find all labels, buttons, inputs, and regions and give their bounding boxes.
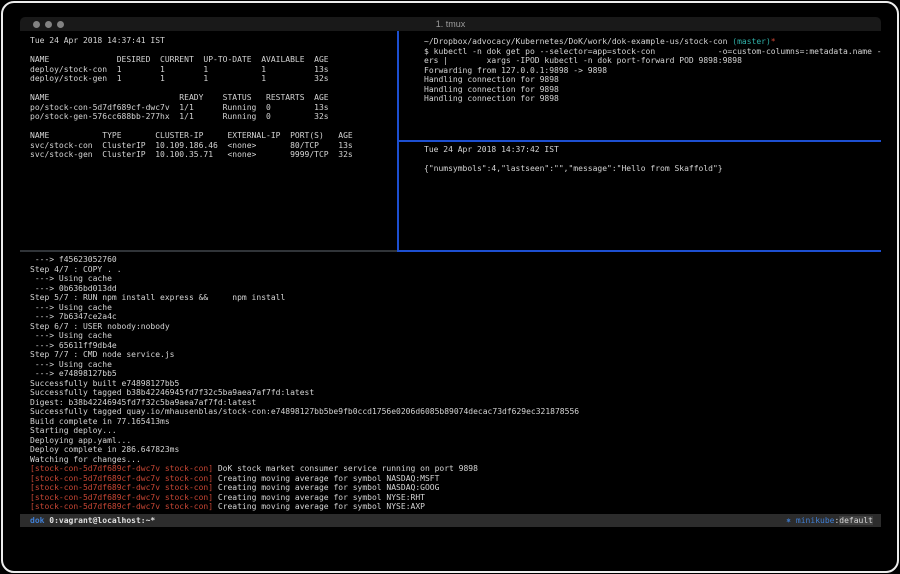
pane-divider-right-horizontal[interactable] — [397, 140, 881, 142]
terminal-window: 1. tmux Tue 24 Apr 2018 14:37:41 IST NAM… — [20, 17, 881, 527]
window-title: 1. tmux — [20, 19, 881, 29]
pane-port-forward[interactable]: ~/Dropbox/advocacy/Kubernetes/DoK/work/d… — [399, 31, 881, 140]
pane-divider-bottom-left[interactable] — [20, 250, 397, 252]
pod-log-message: Creating moving average for symbol NYSE:… — [213, 502, 425, 511]
tmux-window-entry[interactable]: 0:vagrant@localhost:~* — [44, 516, 155, 525]
port-forward-output: $ kubectl -n dok get po --selector=app=s… — [424, 47, 881, 104]
curl-response-output: Tue 24 Apr 2018 14:37:42 IST {"numsymbol… — [424, 145, 723, 174]
pod-log-line: [stock-con-5d7df689cf-dwc7v stock-con] C… — [30, 474, 579, 484]
tmux-status-bar[interactable]: dok 0:vagrant@localhost:~* ⎈ minikube:de… — [20, 514, 881, 527]
pane-divider-bottom-right[interactable] — [397, 250, 881, 252]
window-titlebar: 1. tmux — [20, 17, 881, 31]
pod-log-message: Creating moving average for symbol NASDA… — [213, 474, 439, 483]
pane-curl-response[interactable]: Tue 24 Apr 2018 14:37:42 IST {"numsymbol… — [399, 142, 881, 250]
tmux-status-right: ⎈ minikube:default — [786, 514, 873, 527]
kubectl-watch-output: Tue 24 Apr 2018 14:37:41 IST NAME DESIRE… — [30, 36, 353, 160]
pod-log-line: [stock-con-5d7df689cf-dwc7v stock-con] C… — [30, 483, 579, 493]
pod-log-prefix: [stock-con-5d7df689cf-dwc7v stock-con] — [30, 474, 213, 483]
pod-log-prefix: [stock-con-5d7df689cf-dwc7v stock-con] — [30, 464, 213, 473]
shell-prompt-line: ~/Dropbox/advocacy/Kubernetes/DoK/work/d… — [424, 37, 881, 47]
pane-skaffold-build[interactable]: ---> f45623052760 Step 4/7 : COPY . . --… — [20, 252, 881, 514]
pane-kubectl-watch[interactable]: Tue 24 Apr 2018 14:37:41 IST NAME DESIRE… — [20, 31, 397, 250]
terminal-body: Tue 24 Apr 2018 14:37:41 IST NAME DESIRE… — [20, 31, 881, 514]
tmux-session-name: dok — [30, 516, 44, 525]
git-dirty-marker: * — [771, 37, 776, 46]
git-branch-label: (master) — [732, 37, 771, 46]
pod-log-message: DoK stock market consumer service runnin… — [213, 464, 478, 473]
pod-log-message: Creating moving average for symbol NYSE:… — [213, 493, 425, 502]
kube-context-label: minikube — [796, 516, 835, 525]
docker-build-output: ---> f45623052760 Step 4/7 : COPY . . --… — [30, 255, 579, 464]
pod-log-line: [stock-con-5d7df689cf-dwc7v stock-con] C… — [30, 502, 579, 512]
pod-log-line: [stock-con-5d7df689cf-dwc7v stock-con] D… — [30, 464, 579, 474]
kube-namespace-label: default — [839, 516, 873, 525]
pod-log-message: Creating moving average for symbol NASDA… — [213, 483, 439, 492]
helm-wheel-icon: ⎈ — [786, 516, 796, 525]
pod-log-prefix: [stock-con-5d7df689cf-dwc7v stock-con] — [30, 502, 213, 511]
pod-log-line: [stock-con-5d7df689cf-dwc7v stock-con] C… — [30, 493, 579, 503]
tmux-status-left: dok 0:vagrant@localhost:~* — [30, 514, 155, 527]
pod-log-prefix: [stock-con-5d7df689cf-dwc7v stock-con] — [30, 483, 213, 492]
prompt-path: ~/Dropbox/advocacy/Kubernetes/DoK/work/d… — [424, 37, 732, 46]
pod-log-prefix: [stock-con-5d7df689cf-dwc7v stock-con] — [30, 493, 213, 502]
